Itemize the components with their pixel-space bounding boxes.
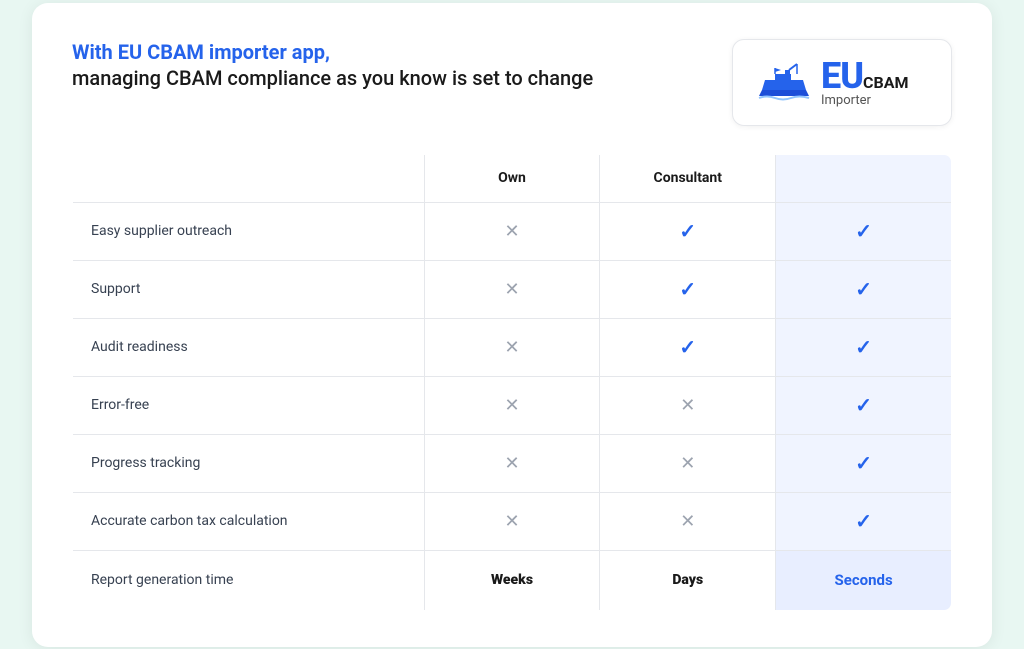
table-row: Easy supplier outreach ✕ ✓ ✓	[73, 202, 952, 260]
cell-app: ✓	[776, 202, 952, 260]
logo-eu: EUCBAM	[821, 58, 908, 94]
cell-app: ✓	[776, 260, 952, 318]
header-own: Own	[424, 154, 600, 202]
cross-icon: ✕	[680, 395, 695, 416]
check-icon: ✓	[855, 509, 872, 533]
table-row: Error-free ✕ ✕ ✓	[73, 376, 952, 434]
cell-own: ✕	[424, 260, 600, 318]
cell-feature: Progress tracking	[73, 434, 425, 492]
cell-consultant: ✓	[600, 260, 776, 318]
main-card: With EU CBAM importer app, managing CBAM…	[32, 3, 992, 647]
headline-black: managing CBAM compliance as you know is …	[72, 65, 593, 91]
cross-icon: ✕	[504, 395, 519, 416]
cell-feature: Support	[73, 260, 425, 318]
headline: With EU CBAM importer app, managing CBAM…	[72, 39, 593, 91]
cell-app: ✓	[776, 434, 952, 492]
check-icon: ✓	[679, 335, 696, 359]
cell-own-last: Weeks	[424, 550, 600, 610]
cross-icon: ✕	[504, 511, 519, 532]
check-icon: ✓	[855, 277, 872, 301]
top-section: With EU CBAM importer app, managing CBAM…	[72, 39, 952, 126]
ship-icon	[757, 60, 811, 104]
cell-consultant: ✕	[600, 492, 776, 550]
table-row-last: Report generation time Weeks Days Second…	[73, 550, 952, 610]
headline-blue: With EU CBAM importer app,	[72, 39, 593, 65]
check-icon: ✓	[855, 451, 872, 475]
table-row: Progress tracking ✕ ✕ ✓	[73, 434, 952, 492]
cell-feature: Easy supplier outreach	[73, 202, 425, 260]
cell-feature: Error-free	[73, 376, 425, 434]
logo-box: EUCBAM Importer	[732, 39, 952, 126]
cell-own: ✕	[424, 434, 600, 492]
cell-own: ✕	[424, 376, 600, 434]
check-icon: ✓	[855, 393, 872, 417]
cell-consultant: ✕	[600, 376, 776, 434]
cross-icon: ✕	[680, 453, 695, 474]
cell-consultant: ✓	[600, 202, 776, 260]
header-consultant: Consultant	[600, 154, 776, 202]
cell-feature: Audit readiness	[73, 318, 425, 376]
comparison-table: Own Consultant Easy supplier outreach ✕ …	[72, 154, 952, 611]
cell-consultant-last: Days	[600, 550, 776, 610]
header-app	[776, 154, 952, 202]
check-icon: ✓	[855, 335, 872, 359]
cell-feature-last: Report generation time	[73, 550, 425, 610]
check-icon: ✓	[679, 219, 696, 243]
cell-app: ✓	[776, 376, 952, 434]
header-feature	[73, 154, 425, 202]
cell-app: ✓	[776, 492, 952, 550]
cell-app: ✓	[776, 318, 952, 376]
cell-app-last: Seconds	[776, 550, 952, 610]
cell-own: ✕	[424, 202, 600, 260]
logo-text-right: EUCBAM Importer	[821, 58, 908, 107]
check-icon: ✓	[855, 219, 872, 243]
cell-consultant: ✓	[600, 318, 776, 376]
cell-own: ✕	[424, 492, 600, 550]
cross-icon: ✕	[504, 453, 519, 474]
table-row: Audit readiness ✕ ✓ ✓	[73, 318, 952, 376]
logo-importer: Importer	[821, 94, 908, 107]
cell-consultant: ✕	[600, 434, 776, 492]
cross-icon: ✕	[504, 279, 519, 300]
cell-own: ✕	[424, 318, 600, 376]
table-row: Support ✕ ✓ ✓	[73, 260, 952, 318]
cross-icon: ✕	[504, 337, 519, 358]
table-row: Accurate carbon tax calculation ✕ ✕ ✓	[73, 492, 952, 550]
cell-feature: Accurate carbon tax calculation	[73, 492, 425, 550]
cross-icon: ✕	[504, 221, 519, 242]
check-icon: ✓	[679, 277, 696, 301]
cross-icon: ✕	[680, 511, 695, 532]
table-header-row: Own Consultant	[73, 154, 952, 202]
